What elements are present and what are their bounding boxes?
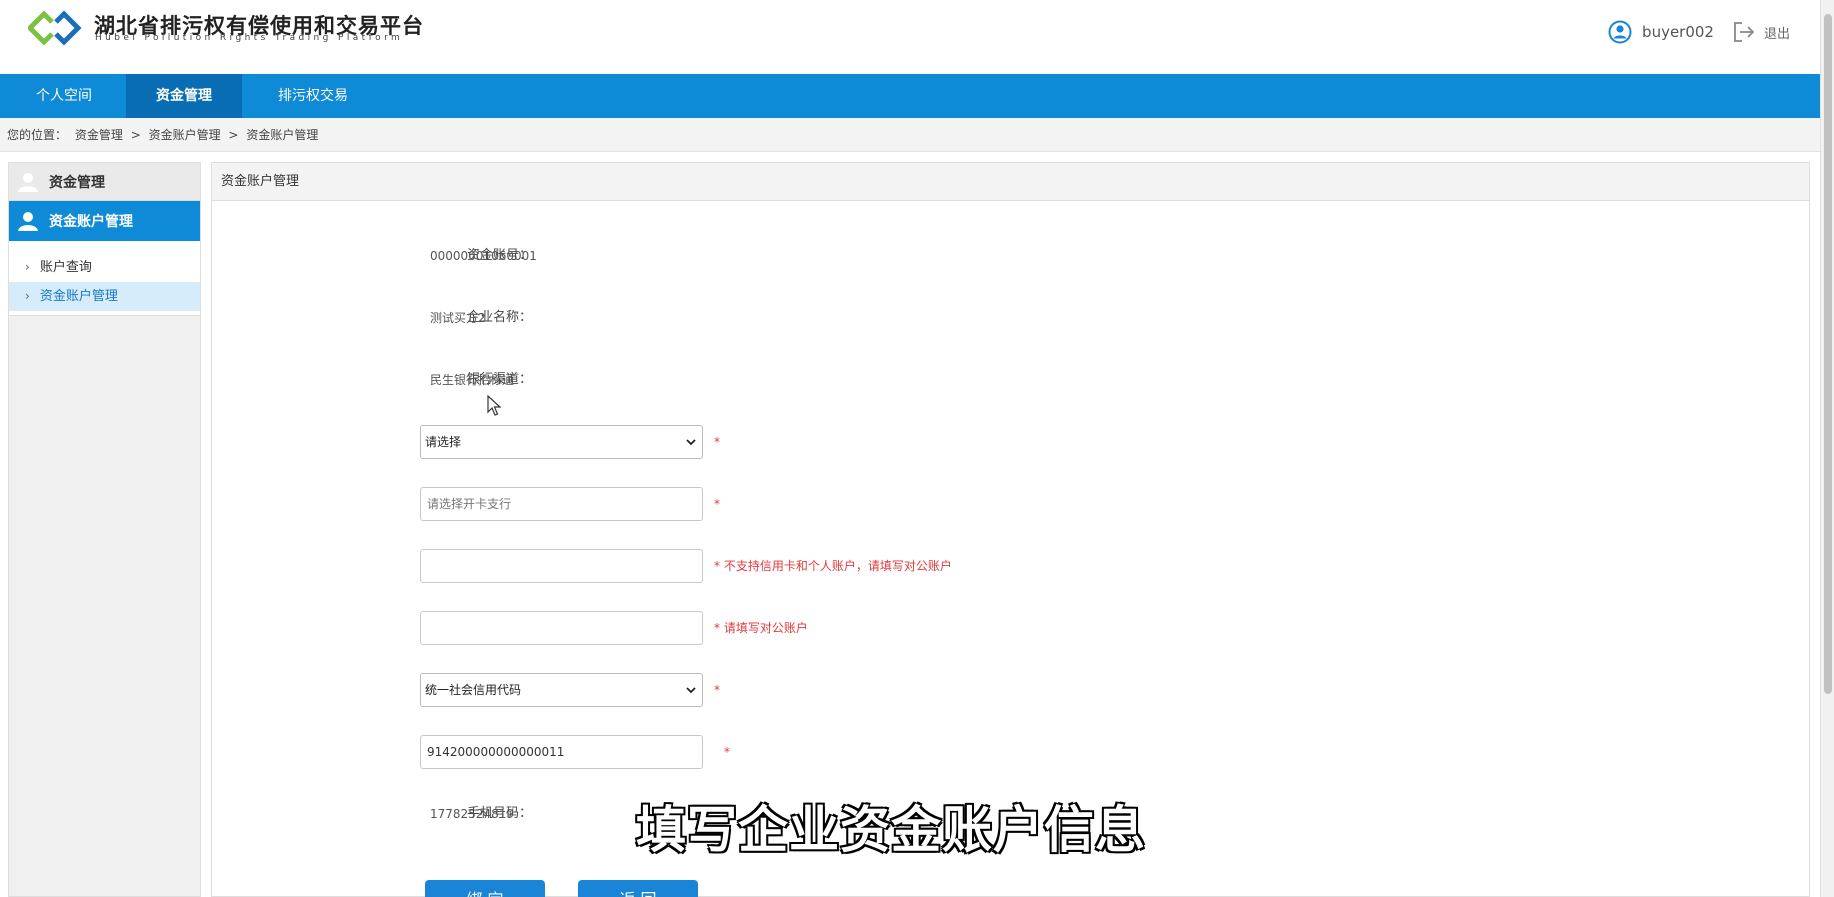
nav-item-fund-management[interactable]: 资金管理 bbox=[126, 74, 242, 118]
phone-value: 17782524819 bbox=[430, 807, 514, 821]
bank-name-select[interactable]: 请选择 bbox=[420, 425, 703, 459]
user-circle-icon[interactable] bbox=[1608, 20, 1632, 44]
required-mark: * bbox=[714, 683, 720, 697]
id-number-input[interactable]: 914200000000000011 bbox=[420, 735, 703, 769]
bank-account-hint: * 不支持信用卡和个人账户，请填写对公账户 bbox=[714, 559, 952, 573]
panel-title: 资金账户管理 bbox=[212, 163, 1809, 201]
chevron-down-icon bbox=[686, 687, 696, 694]
sidebar-item-account-query[interactable]: › 账户查询 bbox=[9, 253, 200, 282]
sidebar-item-fund-account-management[interactable]: › 资金账户管理 bbox=[9, 282, 200, 311]
back-button[interactable]: 返 回 bbox=[578, 880, 698, 897]
row-company-name: 企业名称： 测试买方2 bbox=[212, 301, 1712, 335]
breadcrumb-item[interactable]: 资金管理 bbox=[75, 128, 123, 142]
id-type-select[interactable]: 统一社会信用代码 bbox=[420, 673, 703, 707]
required-mark: * bbox=[724, 745, 730, 759]
chevron-down-icon bbox=[686, 439, 696, 446]
breadcrumb-item[interactable]: 资金账户管理 bbox=[149, 128, 221, 142]
bank-name-selected: 请选择 bbox=[425, 435, 462, 449]
page-scrollbar[interactable] bbox=[1820, 0, 1834, 897]
bank-channel-value: 民生银行招标通 bbox=[430, 373, 515, 387]
row-fund-account: 资金账号： 00000001060001 bbox=[212, 239, 1712, 273]
account-name-hint: * 请填写对公账户 bbox=[714, 621, 808, 635]
site-header: 湖北省排污权有偿使用和交易平台 Hubei Pollution Rights T… bbox=[0, 0, 1820, 74]
account-name-input[interactable] bbox=[420, 611, 703, 645]
branch-name-input[interactable]: 请选择开卡支行 bbox=[420, 487, 703, 521]
row-branch-name: 开卡支行名称： 请选择开卡支行 * bbox=[212, 487, 1712, 521]
row-id-number: 证件号码： 914200000000000011 * bbox=[212, 735, 1712, 769]
required-mark: * bbox=[714, 435, 720, 449]
person-icon bbox=[18, 212, 38, 231]
sidebar-section-fund-account[interactable]: 资金账户管理 bbox=[9, 201, 200, 241]
sidebar-item-label: 资金账户管理 bbox=[39, 289, 118, 304]
bind-button[interactable]: 绑 定 bbox=[425, 880, 545, 897]
row-bank-account: 银行账号： * 不支持信用卡和个人账户，请填写对公账户 bbox=[212, 549, 1712, 583]
breadcrumb: 您的位置： 资金管理 > 资金账户管理 > 资金账户管理 bbox=[0, 118, 1820, 152]
sidebar-header-label: 资金管理 bbox=[49, 174, 105, 191]
breadcrumb-prefix: 您的位置： bbox=[7, 128, 68, 142]
brand-subtitle: Hubei Pollution Rights Trading Platform bbox=[95, 33, 404, 43]
breadcrumb-item-current: 资金账户管理 bbox=[246, 128, 319, 142]
person-icon bbox=[18, 172, 38, 192]
bank-account-input[interactable] bbox=[420, 549, 703, 583]
sidebar: 资金管理 资金账户管理 › 账户查询 › 资金账户管理 bbox=[8, 162, 201, 897]
video-subtitle: 填写企业资金账户信息 bbox=[635, 800, 1146, 860]
user-area: buyer002 退出 bbox=[1608, 20, 1790, 44]
logout-icon[interactable] bbox=[1732, 20, 1756, 44]
row-bank-channel: 银行渠道： 民生银行招标通 bbox=[212, 363, 1712, 397]
required-mark: * bbox=[714, 497, 720, 511]
company-name-value: 测试买方2 bbox=[430, 311, 486, 325]
id-type-selected: 统一社会信用代码 bbox=[425, 683, 522, 697]
row-bank-name: 银行名称： 请选择 * bbox=[212, 425, 1712, 459]
username-link[interactable]: buyer002 bbox=[1642, 23, 1714, 41]
sidebar-header[interactable]: 资金管理 bbox=[9, 163, 200, 201]
chevron-right-icon: › bbox=[25, 260, 30, 274]
scrollbar-thumb[interactable] bbox=[1824, 14, 1832, 694]
main-panel: 资金账户管理 资金账号： 00000001060001 企业名称： 测试买方2 … bbox=[211, 162, 1810, 897]
sidebar-section-label: 资金账户管理 bbox=[49, 214, 133, 230]
logout-link[interactable]: 退出 bbox=[1764, 23, 1790, 42]
sidebar-item-label: 账户查询 bbox=[39, 260, 92, 275]
nav-item-emission-trading[interactable]: 排污权交易 bbox=[242, 74, 384, 118]
sidebar-links: › 账户查询 › 资金账户管理 bbox=[9, 241, 200, 316]
mouse-cursor-icon bbox=[487, 395, 501, 416]
breadcrumb-separator: > bbox=[228, 128, 239, 142]
row-account-name: 账户名称： * 请填写对公账户 bbox=[212, 611, 1712, 645]
row-id-type: 证件类型： 统一社会信用代码 * bbox=[212, 673, 1712, 707]
diamond-logo-icon bbox=[28, 10, 82, 46]
fund-account-value: 00000001060001 bbox=[430, 249, 537, 263]
main-nav: 个人空间 资金管理 排污权交易 bbox=[0, 74, 1820, 118]
breadcrumb-separator: > bbox=[130, 128, 141, 142]
nav-item-personal-space[interactable]: 个人空间 bbox=[0, 74, 128, 118]
chevron-right-icon: › bbox=[25, 289, 30, 303]
